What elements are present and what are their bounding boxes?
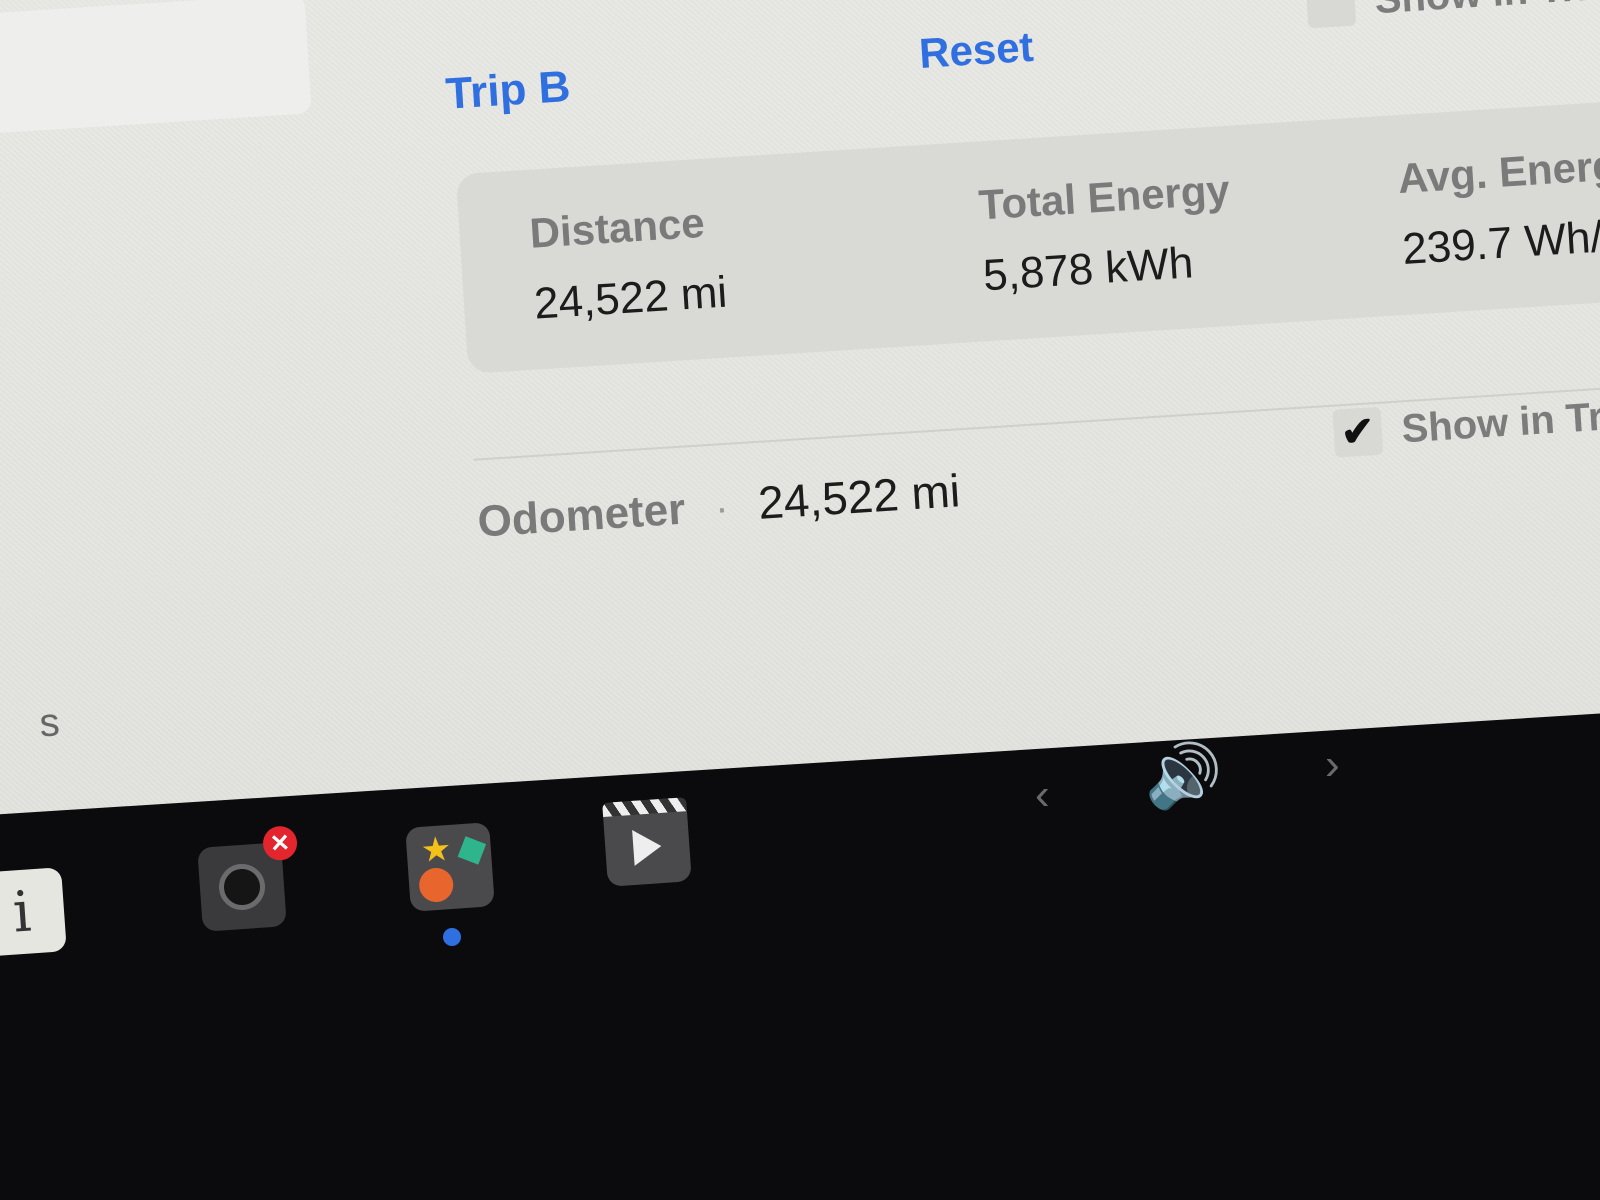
info-icon: i [10, 878, 34, 946]
total-energy-label: Total Energy [977, 165, 1232, 229]
total-energy-stat: Total Energy 5,878 kWh [977, 166, 1235, 302]
camera-lens-icon [217, 862, 267, 912]
chevron-left-icon[interactable]: ‹ [1035, 770, 1050, 820]
clapperboard-icon [602, 797, 687, 817]
checkmark-icon: ✔ [1339, 409, 1376, 456]
odometer-row: Odometer · 24,522 mi [476, 463, 962, 547]
theater-app-icon[interactable] [602, 797, 692, 887]
volume-icon[interactable]: 🔊 [1145, 740, 1222, 813]
app-dock: i ✕ ★ ‹ 🔊 › [0, 740, 1600, 1200]
partial-label: s [38, 700, 61, 746]
trip-stats-card: Distance 24,522 mi Total Energy 5,878 kW… [455, 86, 1600, 374]
active-app-indicator [443, 928, 461, 946]
owners-manual-app-icon[interactable]: i [0, 867, 67, 957]
camera-app-icon[interactable]: ✕ [197, 825, 299, 932]
odometer-value: 24,522 mi [756, 464, 962, 529]
show-in-trip-toggle-top[interactable]: Show in Tri [1305, 0, 1589, 29]
avg-energy-stat: Avg. Energ 239.7 Wh/ [1397, 141, 1600, 275]
odometer-label: Odometer [476, 484, 687, 547]
avg-energy-label: Avg. Energ [1396, 141, 1600, 203]
side-panel [0, 0, 312, 136]
show-in-trip-checkbox-bottom[interactable]: ✔ [1332, 406, 1384, 458]
distance-stat: Distance 24,522 mi [528, 198, 728, 330]
show-in-trip-checkbox-top[interactable] [1305, 0, 1357, 29]
toybox-app-icon[interactable]: ★ [405, 822, 495, 912]
distance-value: 24,522 mi [532, 267, 729, 329]
odometer-separator: · [713, 485, 730, 531]
avg-energy-value: 239.7 Wh/ [1400, 212, 1600, 274]
show-in-trip-label-top: Show in Tri [1373, 0, 1589, 23]
close-badge-icon[interactable]: ✕ [261, 825, 299, 862]
show-in-trip-label-bottom: Show in Tri [1400, 393, 1600, 451]
trip-title: Trip B [444, 61, 572, 119]
cube-icon [457, 836, 487, 865]
distance-label: Distance [528, 198, 706, 257]
trip-screen: Trip B Reset Show in Tri Distance 24,522… [0, 0, 1600, 819]
play-icon [632, 828, 663, 866]
chevron-right-icon[interactable]: › [1325, 740, 1340, 790]
total-energy-value: 5,878 kWh [981, 238, 1195, 301]
sun-icon [418, 866, 455, 904]
reset-button[interactable]: Reset [918, 23, 1035, 78]
star-icon: ★ [419, 829, 453, 870]
